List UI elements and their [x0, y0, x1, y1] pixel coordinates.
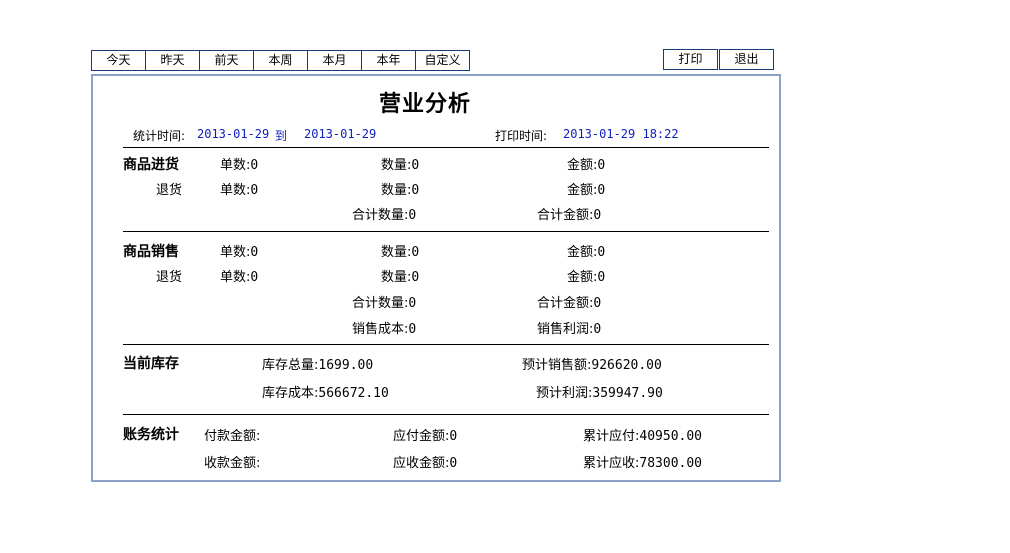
divider — [123, 231, 769, 232]
sales-amount: 金额:0 — [567, 245, 606, 260]
sales-total-qty: 合计数量:0 — [352, 296, 417, 311]
sales-cost: 销售成本:0 — [352, 322, 417, 337]
inventory-est-profit: 预计利润:359947.90 — [536, 386, 663, 401]
accounts-payable: 应付金额:0 — [393, 429, 458, 444]
stat-start-date: 2013-01-29 — [197, 127, 270, 141]
sales-return-qty: 数量:0 — [381, 270, 420, 285]
accounts-received: 收款金额: — [204, 456, 261, 471]
report-title: 营业分析 — [379, 92, 472, 117]
inventory-cost: 库存成本:566672.10 — [262, 386, 389, 401]
accounts-section-title: 账务统计 — [123, 427, 179, 443]
print-time-value: 2013-01-29 18:22 — [563, 127, 679, 141]
inventory-total-qty: 库存总量:1699.00 — [262, 358, 374, 373]
custom-range-button[interactable]: 自定义 — [415, 50, 470, 71]
print-time-label: 打印时间: — [495, 129, 548, 143]
accounts-paid: 付款金额: — [204, 429, 261, 444]
purchase-total-qty: 合计数量:0 — [352, 208, 417, 223]
purchase-section-title: 商品进货 — [123, 157, 179, 173]
inventory-section-title: 当前库存 — [123, 356, 179, 372]
sales-profit: 销售利润:0 — [537, 322, 602, 337]
divider — [123, 147, 769, 148]
purchase-return-label: 退货 — [156, 183, 183, 198]
sales-orders: 单数:0 — [220, 245, 259, 260]
accounts-cum-receivable: 累计应收:78300.00 — [583, 456, 703, 471]
exit-button[interactable]: 退出 — [719, 49, 774, 70]
this-month-button[interactable]: 本月 — [307, 50, 362, 71]
purchase-return-qty: 数量:0 — [381, 183, 420, 198]
sales-return-orders: 单数:0 — [220, 270, 259, 285]
this-week-button[interactable]: 本周 — [253, 50, 308, 71]
sales-section-title: 商品销售 — [123, 244, 179, 260]
purchase-orders: 单数:0 — [220, 158, 259, 173]
this-year-button[interactable]: 本年 — [361, 50, 416, 71]
stat-to-label: 到 — [275, 129, 288, 143]
stat-end-date: 2013-01-29 — [304, 127, 377, 141]
sales-total-amount: 合计金额:0 — [537, 296, 602, 311]
yesterday-button[interactable]: 昨天 — [145, 50, 200, 71]
purchase-total-amount: 合计金额:0 — [537, 208, 602, 223]
divider — [123, 414, 769, 415]
purchase-qty: 数量:0 — [381, 158, 420, 173]
sales-return-label: 退货 — [156, 270, 183, 285]
sales-return-amount: 金额:0 — [567, 270, 606, 285]
stat-time-label: 统计时间: — [133, 129, 186, 143]
inventory-est-sales: 预计销售额:926620.00 — [522, 358, 662, 373]
purchase-amount: 金额:0 — [567, 158, 606, 173]
accounts-cum-payable: 累计应付:40950.00 — [583, 429, 703, 444]
purchase-return-amount: 金额:0 — [567, 183, 606, 198]
accounts-receivable: 应收金额:0 — [393, 456, 458, 471]
purchase-return-orders: 单数:0 — [220, 183, 259, 198]
report-panel: 营业分析 统计时间: 2013-01-29 到 2013-01-29 打印时间:… — [91, 74, 781, 482]
today-button[interactable]: 今天 — [91, 50, 146, 71]
sales-qty: 数量:0 — [381, 245, 420, 260]
divider — [123, 344, 769, 345]
day-before-button[interactable]: 前天 — [199, 50, 254, 71]
print-button[interactable]: 打印 — [663, 49, 718, 70]
